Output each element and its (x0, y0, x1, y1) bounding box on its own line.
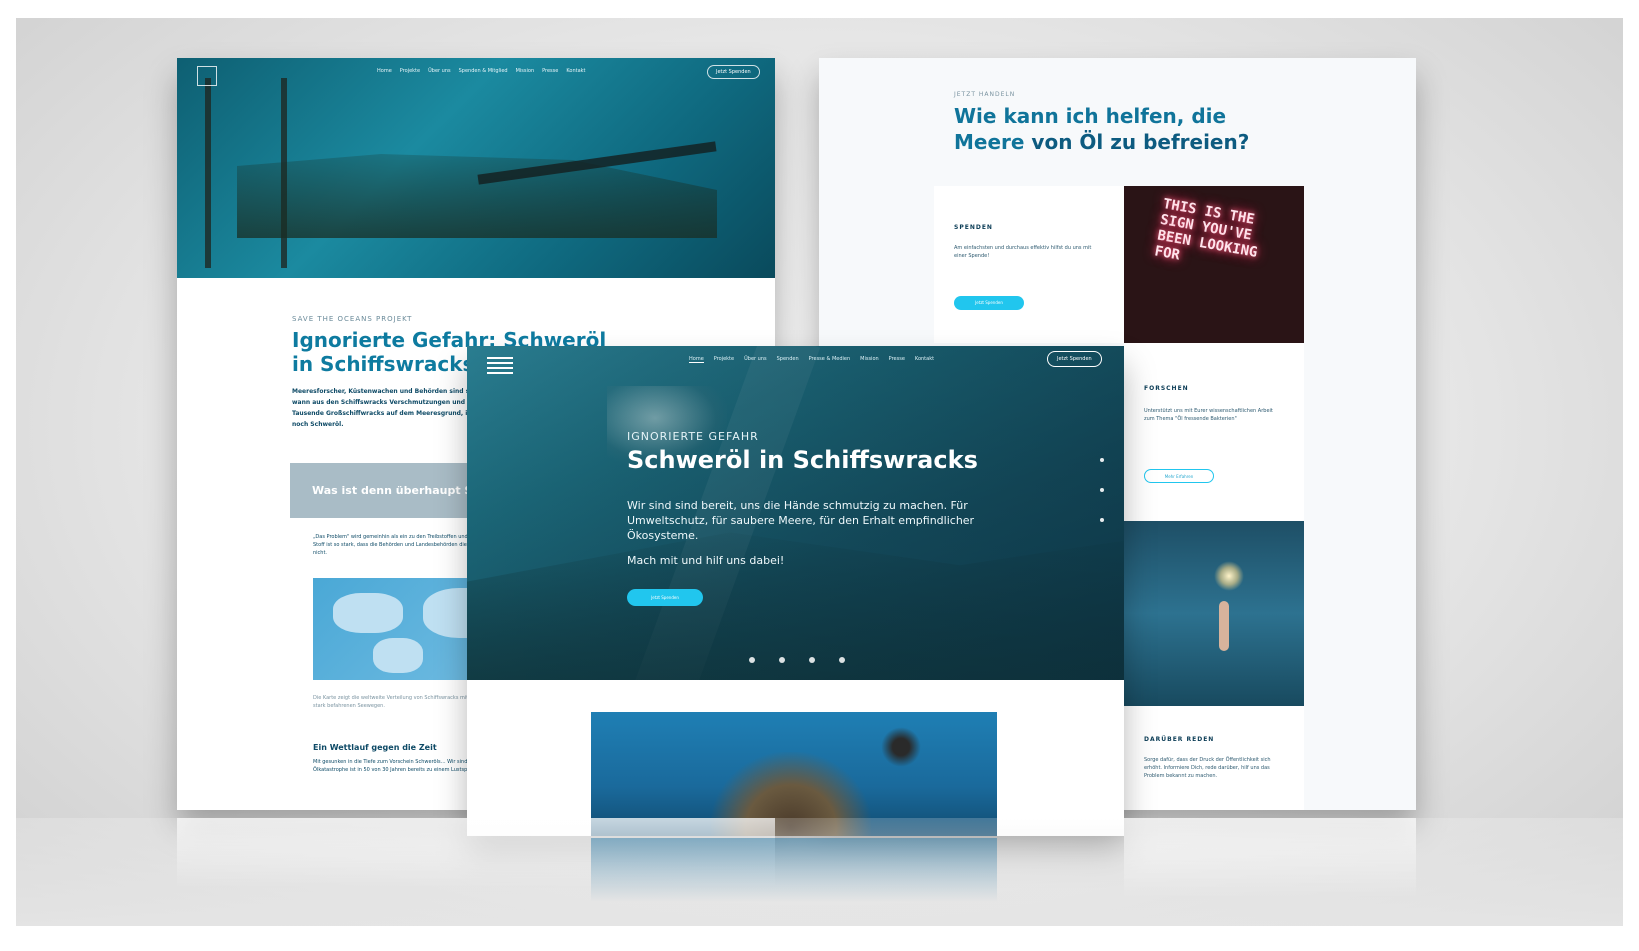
presentation-stage: Home Projekte Über uns Spenden & Mitglie… (16, 18, 1623, 926)
sparkler-glow (1214, 561, 1244, 591)
slider-dot[interactable] (749, 657, 755, 663)
map-landmass (333, 593, 403, 633)
center-reflection (591, 838, 997, 902)
center-page-mockup: Home Projekte Über uns Spenden Presse & … (467, 346, 1124, 836)
slider-dots (749, 657, 845, 663)
left-nav-item[interactable]: Über uns (428, 68, 451, 74)
panel-heading: FORSCHEN (1144, 385, 1189, 392)
panel-text: Sorge dafür, dass der Druck der Öffentli… (1144, 757, 1271, 779)
logo-stripe (487, 362, 513, 364)
panel-darueber-reden: DARÜBER REDEN Sorge dafür, dass der Druc… (1124, 706, 1304, 810)
left-nav-item[interactable]: Projekte (400, 68, 420, 74)
logo-stripe (487, 357, 513, 359)
slider-dot[interactable] (779, 657, 785, 663)
center-hero: Home Projekte Über uns Spenden Presse & … (467, 346, 1124, 705)
woman-figure (1219, 601, 1229, 651)
center-nav: Home Projekte Über uns Spenden Presse & … (689, 356, 934, 363)
floor-reflection (16, 818, 1623, 926)
side-dot[interactable] (1100, 458, 1104, 462)
left-subheading: Ein Wettlauf gegen die Zeit (313, 743, 437, 752)
right-reflection (1124, 818, 1416, 898)
map-landmass (373, 638, 423, 673)
side-dot[interactable] (1100, 518, 1104, 522)
left-hero-image: Home Projekte Über uns Spenden & Mitglie… (177, 58, 775, 278)
left-logo-icon[interactable] (197, 66, 217, 86)
left-nav-item[interactable]: Spenden & Mitglied (459, 68, 508, 74)
nav-item-projekte[interactable]: Projekte (714, 356, 734, 363)
side-dot[interactable] (1100, 488, 1104, 492)
panel-heading: DARÜBER REDEN (1144, 736, 1215, 743)
nav-item-mission[interactable]: Mission (860, 356, 879, 363)
left-nav-item[interactable]: Home (377, 68, 392, 74)
side-pagination (1100, 458, 1104, 548)
slider-dot[interactable] (839, 657, 845, 663)
panel-text: Unterstützt uns mit Eurer wissenschaftli… (1144, 408, 1273, 422)
hero-cta-text: Mach mit und hilf uns dabei! (627, 554, 785, 567)
right-title-part2: von Öl zu befreien? (1031, 130, 1250, 154)
panel-heading: SPENDEN (954, 224, 993, 231)
left-kicker: SAVE THE OCEANS PROJEKT (292, 315, 413, 323)
nav-item-kontakt[interactable]: Kontakt (915, 356, 934, 363)
nav-item-presse-medien[interactable]: Presse & Medien (809, 356, 851, 363)
panel-forschen: FORSCHEN Unterstützt uns mit Eurer wisse… (1124, 343, 1304, 521)
hero-description: Wir sind sind bereit, uns die Hände schm… (627, 499, 975, 542)
hero-kicker: IGNORIERTE GEFAHR (627, 430, 759, 443)
hero-donate-button[interactable]: Jetzt Spenden (627, 589, 703, 606)
hero-title: Schweröl in Schiffswracks (627, 446, 978, 474)
slider-dot[interactable] (809, 657, 815, 663)
logo-stripe (487, 372, 513, 374)
right-page-title: Wie kann ich helfen, die Meere von Öl zu… (954, 103, 1274, 155)
world-ocean-fund-logo[interactable] (487, 354, 513, 380)
nav-item-spenden[interactable]: Spenden (777, 356, 799, 363)
nav-item-presse[interactable]: Presse (889, 356, 905, 363)
diver-figure (881, 727, 921, 767)
nav-item-home[interactable]: Home (689, 356, 704, 363)
spenden-button[interactable]: Jetzt Spenden (954, 296, 1024, 310)
panel-text: Am einfachsten und durchaus effektiv hil… (954, 245, 1092, 259)
left-nav: Home Projekte Über uns Spenden & Mitglie… (377, 68, 586, 74)
logo-stripe (487, 367, 513, 369)
neon-sign-image: THIS IS THE SIGN YOU'VE BEEN LOOKING FOR (1124, 186, 1304, 343)
panel-spenden: SPENDEN Am einfachsten und durchaus effe… (934, 186, 1124, 343)
left-donate-button[interactable]: Jetzt Spenden (707, 65, 760, 79)
ocean-woman-image (1124, 521, 1304, 706)
right-kicker: JETZT HANDELN (954, 91, 1016, 98)
left-nav-item[interactable]: Mission (516, 68, 535, 74)
nav-item-ueber-uns[interactable]: Über uns (744, 356, 767, 363)
left-nav-item[interactable]: Kontakt (566, 68, 585, 74)
forschen-button[interactable]: Mehr Erfahren (1144, 469, 1214, 483)
neon-text: THIS IS THE SIGN YOU'VE BEEN LOOKING FOR (1153, 196, 1259, 264)
left-nav-item[interactable]: Presse (542, 68, 558, 74)
header-donate-button[interactable]: Jetzt Spenden (1047, 351, 1102, 367)
